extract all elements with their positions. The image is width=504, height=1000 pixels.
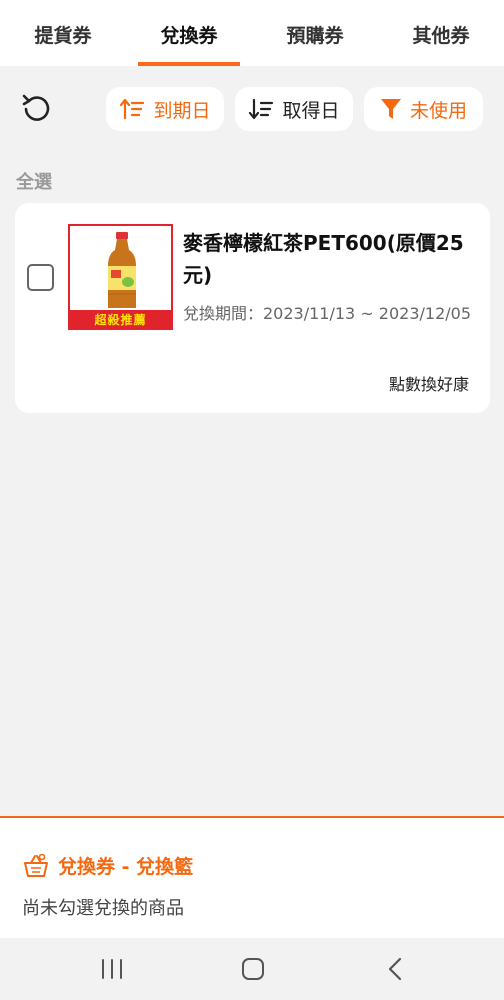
coupon-source: 點數換好康 [388, 375, 469, 394]
basket-title-text: 兌換券 - 兌換籃 [58, 856, 194, 878]
exchange-basket-panel[interactable]: 兌換券 - 兌換籃 尚未勾選兌換的商品 [0, 816, 504, 938]
promo-badge: 超殺推薦 [70, 310, 171, 328]
recent-apps-icon[interactable] [97, 956, 127, 982]
sort-descending-icon [249, 98, 274, 120]
tab-exchange[interactable]: 兌換券 [126, 0, 252, 66]
product-image: 超殺推薦 [68, 224, 173, 330]
tab-preorder[interactable]: 預購券 [252, 0, 378, 66]
tab-label: 兌換券 [160, 25, 218, 47]
coupon-tabs: 提貨券 兌換券 預購券 其他券 [0, 0, 504, 66]
filter-unused-button[interactable]: 未使用 [364, 87, 483, 131]
tab-indicator [138, 62, 240, 66]
coupon-checkbox[interactable] [27, 264, 54, 291]
tab-other[interactable]: 其他券 [378, 0, 504, 66]
home-icon[interactable] [238, 956, 268, 982]
refresh-icon[interactable] [20, 92, 54, 126]
coupon-card[interactable]: 超殺推薦 麥香檸檬紅茶PET600(原價25元) 兌換期間：2023/11/13… [15, 203, 490, 413]
sort-by-obtained-button[interactable]: 取得日 [235, 87, 353, 131]
tab-label: 預購券 [286, 25, 344, 47]
tab-label: 其他券 [412, 25, 470, 47]
sort-obtained-label: 取得日 [282, 99, 340, 122]
basket-title: 兌換券 - 兌換籃 [22, 852, 193, 879]
basket-icon [24, 853, 48, 877]
tab-label: 提貨券 [34, 25, 92, 47]
sort-by-expiry-button[interactable]: 到期日 [106, 87, 224, 131]
sort-filter-toolbar: 到期日 取得日 未使用 [0, 86, 504, 132]
tab-pickup[interactable]: 提貨券 [0, 0, 126, 66]
basket-empty-hint: 尚未勾選兌換的商品 [22, 898, 184, 919]
back-icon[interactable] [381, 956, 411, 982]
exchange-period: 兌換期間：2023/11/13 ~ 2023/12/05 [183, 304, 472, 323]
product-name: 麥香檸檬紅茶PET600(原價25元) [183, 231, 464, 287]
select-all-label[interactable]: 全選 [16, 168, 52, 194]
tea-bottle-image [108, 232, 136, 308]
system-navigation-bar [0, 938, 504, 1000]
filter-label: 未使用 [409, 99, 467, 122]
filter-icon [380, 99, 401, 119]
sort-ascending-icon [120, 98, 145, 120]
sort-expiry-label: 到期日 [153, 99, 211, 122]
